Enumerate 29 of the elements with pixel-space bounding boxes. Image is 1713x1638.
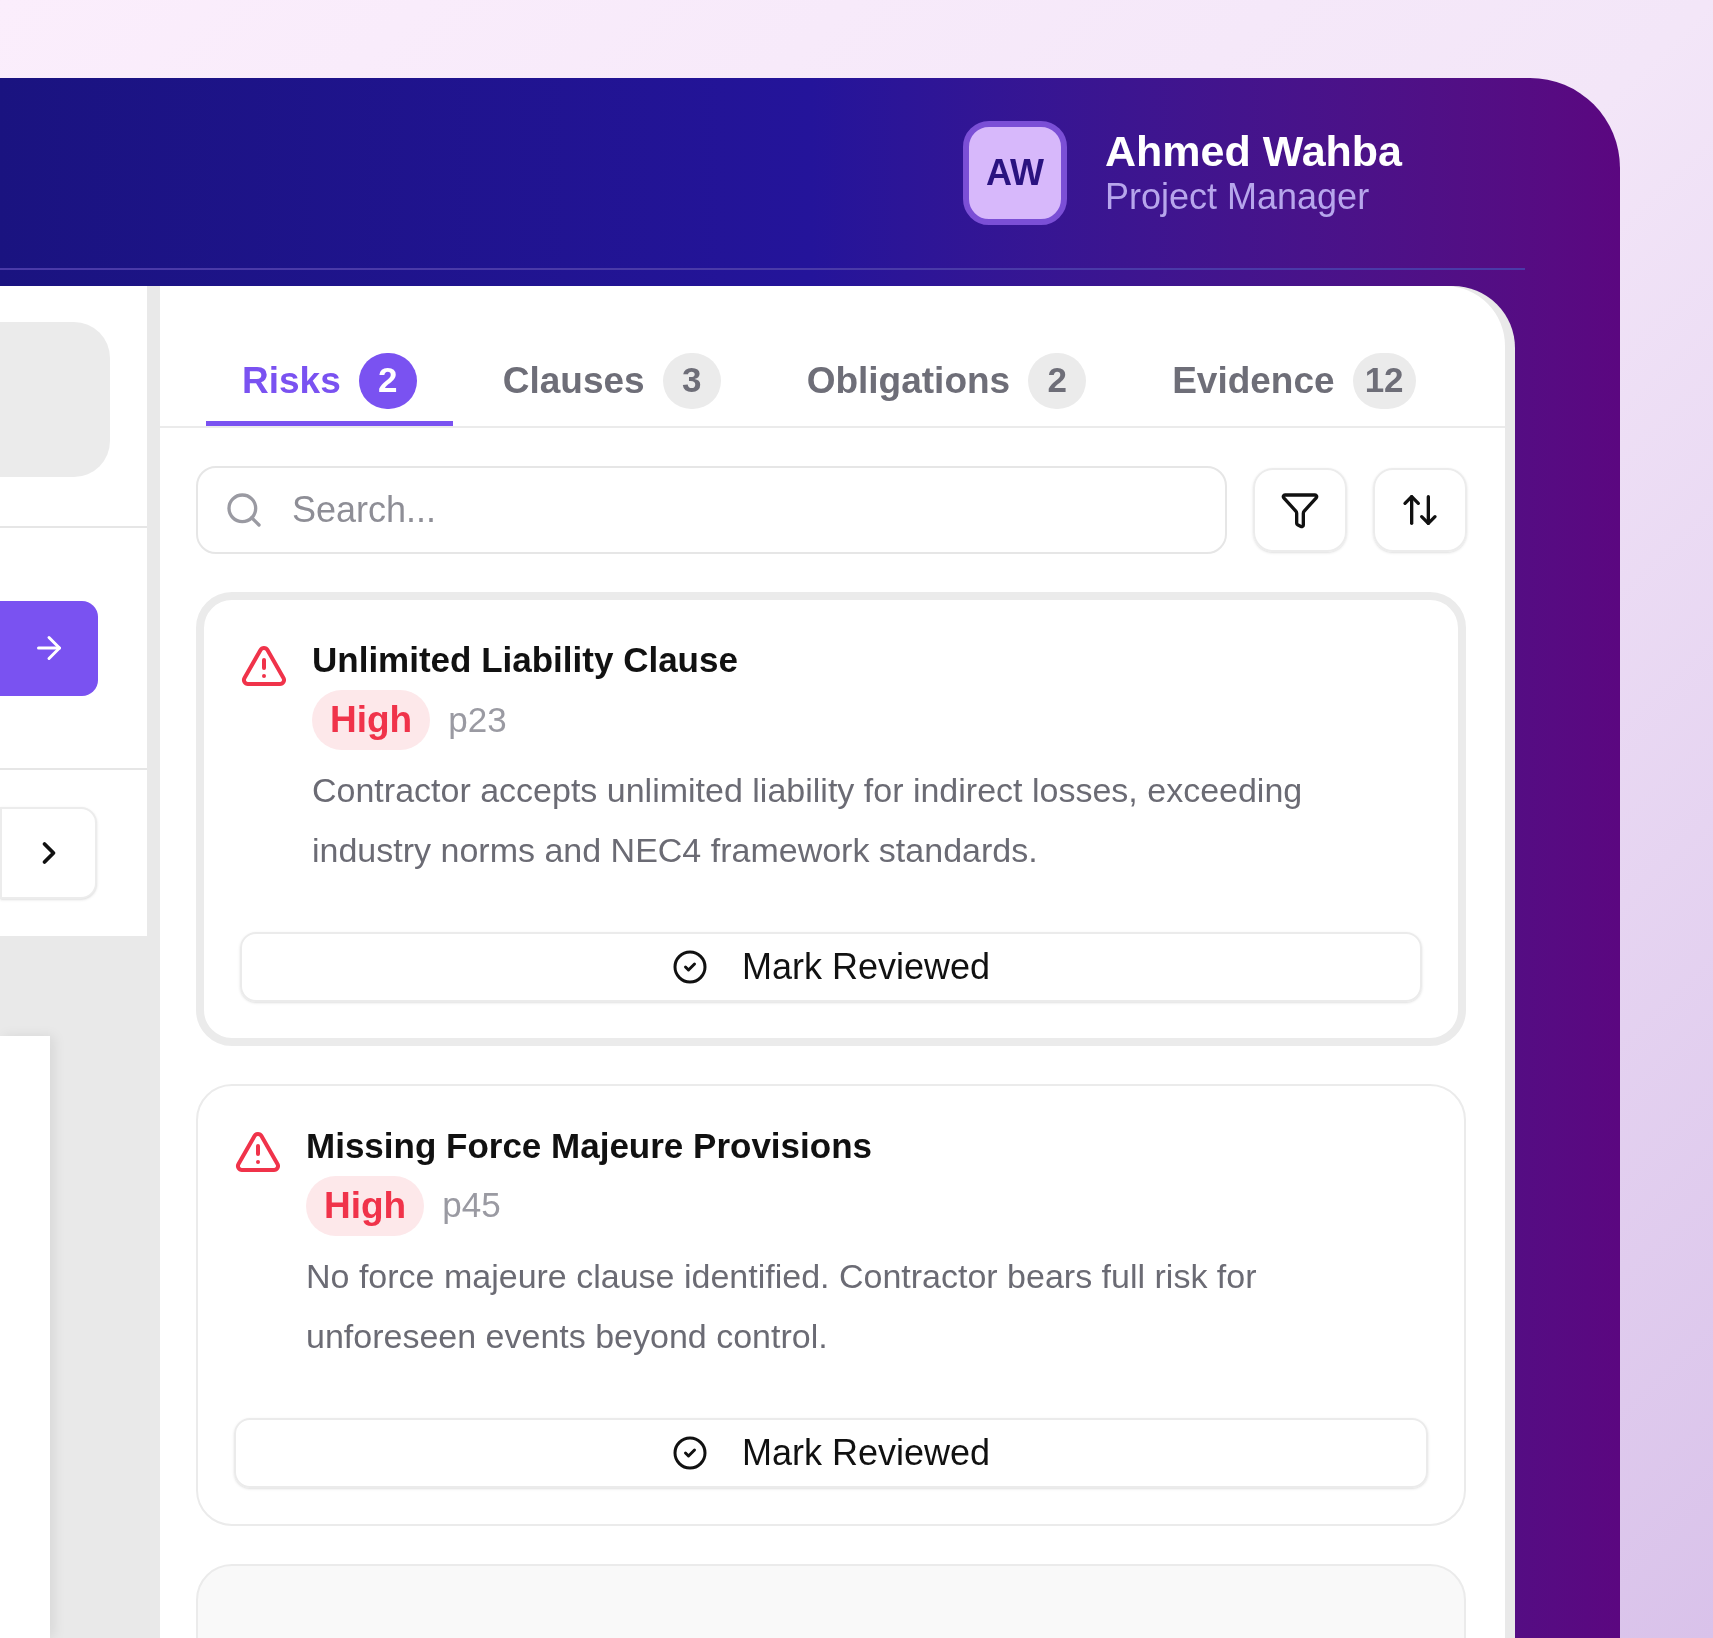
mark-reviewed-button[interactable]: Mark Reviewed — [240, 931, 1422, 1002]
check-circle-icon — [671, 1434, 708, 1471]
search-field[interactable]: Search... — [196, 466, 1227, 554]
mark-reviewed-button[interactable]: Mark Reviewed — [234, 1417, 1428, 1488]
risk-description: No force majeure clause identified. Contractor bears full risk for unforeseen events beyond control. — [306, 1255, 1258, 1357]
severity-badge: High — [312, 689, 431, 750]
user-avatar: AW — [963, 121, 1067, 225]
risk-description: Contractor accepts unlimited liability for indirect losses, exceeding industry norms and NEC4 framework standards. — [312, 769, 1304, 871]
filter-button[interactable] — [1253, 468, 1347, 552]
risk-title: Unlimited Liability Clause — [312, 639, 739, 681]
user-role: Project Manager — [1105, 175, 1371, 219]
count-badge: 3 — [662, 352, 721, 409]
search-icon — [224, 490, 264, 530]
page-ref: p23 — [448, 698, 507, 741]
sort-button[interactable] — [1373, 468, 1467, 552]
page-ref: p45 — [442, 1184, 501, 1227]
user-name: Ahmed Wahba — [1105, 127, 1404, 176]
tab[interactable]: Evidence 12 — [1136, 340, 1452, 426]
tab[interactable]: Clauses 3 — [466, 340, 757, 426]
count-badge: 12 — [1352, 352, 1416, 409]
severity-badge: High — [306, 1175, 425, 1236]
tab[interactable]: Obligations 2 — [770, 340, 1123, 426]
risk-title: Missing Force Majeure Provisions — [306, 1124, 873, 1167]
count-badge: 2 — [1028, 352, 1087, 409]
tab[interactable]: Risks 2 — [206, 340, 453, 426]
go-button[interactable] — [0, 600, 98, 696]
filter-icon — [1280, 490, 1320, 530]
count-badge: 2 — [358, 352, 417, 409]
check-circle-icon — [671, 948, 708, 985]
